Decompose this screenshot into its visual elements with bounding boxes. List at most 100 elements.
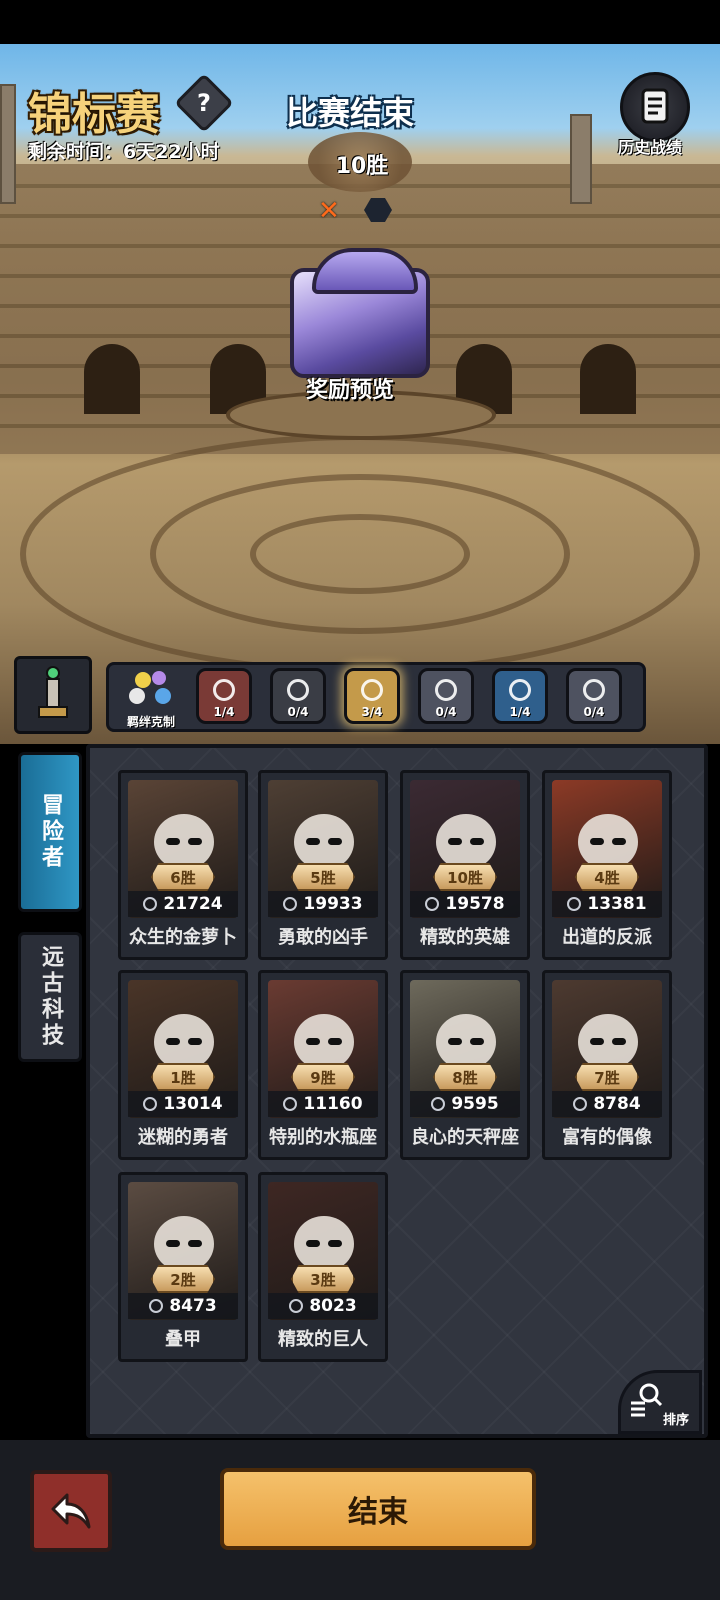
hero-power: 8023 <box>309 1296 357 1316</box>
hero-face <box>294 814 354 870</box>
hero-wins-badge: 7胜 <box>575 1063 639 1091</box>
back-button[interactable] <box>30 1470 112 1552</box>
synergy-item[interactable]: 1/4 <box>492 668 548 724</box>
hero-wins-badge: 9胜 <box>291 1063 355 1091</box>
tower-icon <box>38 666 68 718</box>
hero-wins-badge: 6胜 <box>151 863 215 891</box>
status-bar <box>0 0 720 44</box>
history-button[interactable] <box>620 72 690 142</box>
hero-power: 19578 <box>445 894 505 914</box>
bowtie-icon <box>583 679 605 701</box>
hero-eye <box>470 1038 484 1045</box>
hero-face <box>294 1216 354 1272</box>
hero-name: 迷糊的勇者 <box>138 1127 228 1148</box>
arch-icon <box>435 679 457 701</box>
hero-eye <box>188 1038 202 1045</box>
class-icon <box>425 897 440 911</box>
class-icon <box>283 1097 298 1111</box>
hero-face <box>154 1014 214 1070</box>
synergy-item[interactable]: 0/4 <box>270 668 326 724</box>
hero-face <box>436 1014 496 1070</box>
hero-eye <box>306 838 320 845</box>
tab-adventurer[interactable]: 冒险者 <box>18 752 82 912</box>
hero-face <box>436 814 496 870</box>
synergy-count: 0/4 <box>435 705 457 719</box>
end-button[interactable]: 结束 <box>220 1468 536 1550</box>
hero-eye <box>188 1240 202 1247</box>
hero-eye <box>612 838 626 845</box>
hero-face <box>578 1014 638 1070</box>
hero-power-row: 13381 <box>552 891 662 917</box>
hero-power-row: 13014 <box>128 1091 238 1117</box>
class-icon <box>143 1097 158 1111</box>
tower-button[interactable] <box>14 656 92 734</box>
hero-wins-badge: 1胜 <box>151 1063 215 1091</box>
hero-power-row: 11160 <box>268 1091 378 1117</box>
hero-eye <box>612 1038 626 1045</box>
hero-wins-badge: 3胜 <box>291 1265 355 1293</box>
hero-card[interactable]: 7胜 8784 富有的偶像 <box>542 970 672 1160</box>
hero-eye <box>306 1240 320 1247</box>
hero-eye <box>590 1038 604 1045</box>
class-icon <box>567 897 582 911</box>
sort-button[interactable]: 排序 <box>618 1370 702 1434</box>
tab-ancient-tech[interactable]: 远古科技 <box>18 932 82 1062</box>
hero-power-row: 19578 <box>410 891 520 917</box>
hero-eye <box>328 838 342 845</box>
arena-arch <box>580 344 636 414</box>
scroll-icon <box>641 88 669 124</box>
hero-wins-badge: 8胜 <box>433 1063 497 1091</box>
back-arrow-icon <box>51 1493 91 1529</box>
wins-count: 10胜 <box>335 154 389 179</box>
hero-eye <box>470 838 484 845</box>
hero-face <box>154 1216 214 1272</box>
hero-card[interactable]: 1胜 13014 迷糊的勇者 <box>118 970 248 1160</box>
hero-name: 特别的水瓶座 <box>269 1127 377 1148</box>
hero-card[interactable]: 4胜 13381 出道的反派 <box>542 770 672 960</box>
hero-card[interactable]: 9胜 11160 特别的水瓶座 <box>258 970 388 1160</box>
magnifier-list-icon <box>631 1383 663 1417</box>
hero-name: 勇敢的凶手 <box>278 927 368 948</box>
hero-name: 出道的反派 <box>562 927 652 948</box>
hero-power-row: 19933 <box>268 891 378 917</box>
bond-counter-button[interactable]: 羁绊克制 <box>120 666 182 730</box>
hero-wins-badge: 2胜 <box>151 1265 215 1293</box>
hero-power-row: 8784 <box>552 1091 662 1117</box>
eye-icon <box>287 679 309 701</box>
hero-wins-badge: 10胜 <box>433 863 497 891</box>
hero-name: 叠甲 <box>165 1329 201 1350</box>
hero-card[interactable]: 2胜 8473 叠甲 <box>118 1172 248 1362</box>
hero-card[interactable]: 8胜 9595 良心的天秤座 <box>400 970 530 1160</box>
reward-chest-icon[interactable] <box>290 248 430 378</box>
sort-label: 排序 <box>663 1413 690 1428</box>
hero-eye <box>166 1038 180 1045</box>
hero-card[interactable]: 10胜 19578 精致的英雄 <box>400 770 530 960</box>
hero-face <box>294 1014 354 1070</box>
hero-eye <box>590 838 604 845</box>
hero-name: 良心的天秤座 <box>411 1127 519 1148</box>
hero-face <box>154 814 214 870</box>
arena-arch <box>84 344 140 414</box>
hero-wins-badge: 5胜 <box>291 863 355 891</box>
hero-card[interactable]: 6胜 21724 众生的金萝卜 <box>118 770 248 960</box>
arena-floor-ring <box>250 514 470 594</box>
class-icon <box>283 897 298 911</box>
page-title: 锦标赛 <box>28 89 160 140</box>
hero-power: 19933 <box>303 894 363 914</box>
synergy-item[interactable]: 0/4 <box>566 668 622 724</box>
synergy-item[interactable]: 1/4 <box>196 668 252 724</box>
synergy-item[interactable]: 3/4 <box>344 668 400 724</box>
synergy-item[interactable]: 0/4 <box>418 668 474 724</box>
hero-eye <box>328 1038 342 1045</box>
crown-icon <box>361 679 383 701</box>
hero-power: 13014 <box>163 1094 223 1114</box>
hero-card[interactable]: 3胜 8023 精致的巨人 <box>258 1172 388 1362</box>
remaining-time: 剩余时间：6天22小时 <box>28 141 220 163</box>
question-mark-icon: ? <box>197 89 211 117</box>
hero-name: 众生的金萝卜 <box>129 927 237 948</box>
class-icon <box>143 897 158 911</box>
reward-preview-label[interactable]: 奖励预览 <box>306 372 394 404</box>
hero-name: 精致的巨人 <box>278 1329 368 1350</box>
hero-eye <box>448 838 462 845</box>
hero-card[interactable]: 5胜 19933 勇敢的凶手 <box>258 770 388 960</box>
